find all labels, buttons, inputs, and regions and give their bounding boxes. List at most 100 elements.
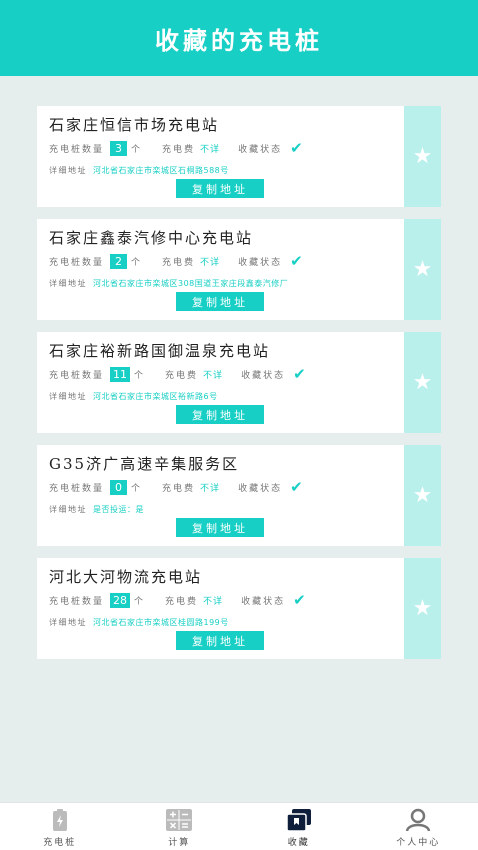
station-name: G35济广高速辛集服务区 [49, 455, 240, 473]
address-label: 详细地址 [49, 165, 87, 175]
copy-address-button[interactable]: 复制地址 [176, 405, 264, 424]
address-label: 详细地址 [49, 391, 87, 401]
favorite-toggle[interactable]: ★ [404, 332, 441, 433]
star-icon: ★ [412, 256, 433, 282]
battery-icon [52, 807, 67, 832]
favorite-toggle[interactable]: ★ [404, 558, 441, 659]
address-row: 详细地址 河北省石家庄市栾城区桂圆路199号 [49, 613, 394, 631]
favorite-toggle[interactable]: ★ [404, 219, 441, 320]
status-label: 收藏状态 [241, 596, 286, 607]
calculator-icon [166, 807, 193, 832]
page-title: 收藏的充电桩 [155, 25, 323, 55]
favorites-list: 石家庄恒信市场充电站 充电桩数量 3 个 充电费 不详 收藏状态 ✔ 详细地址 … [37, 106, 441, 671]
count-unit: 个 [131, 483, 143, 494]
tab-profile[interactable]: 个人中心 [359, 803, 478, 850]
copy-address-button[interactable]: 复制地址 [176, 179, 264, 198]
station-info-row: 充电桩数量 3 个 充电费 不详 收藏状态 ✔ [49, 139, 394, 157]
count-unit: 个 [131, 144, 143, 155]
count-label: 充电桩数量 [49, 257, 105, 268]
station-card-body: 石家庄恒信市场充电站 充电桩数量 3 个 充电费 不详 收藏状态 ✔ 详细地址 … [37, 106, 404, 207]
star-icon: ★ [412, 482, 433, 508]
star-icon: ★ [412, 595, 433, 621]
station-card[interactable]: G35济广高速辛集服务区 充电桩数量 0 个 充电费 不详 收藏状态 ✔ 详细地… [37, 445, 441, 546]
fee-label: 充电费 [165, 596, 199, 607]
station-name: 石家庄裕新路国御温泉充电站 [49, 342, 271, 360]
status-label: 收藏状态 [241, 370, 286, 381]
count-badge: 28 [110, 592, 131, 608]
address-row: 详细地址 是否投运：是 [49, 500, 394, 518]
fee-value: 不详 [200, 483, 221, 494]
star-icon: ★ [412, 143, 433, 169]
station-info-row: 充电桩数量 0 个 充电费 不详 收藏状态 ✔ [49, 478, 394, 496]
address-value: 河北省石家庄市栾城区裕新路6号 [93, 391, 218, 401]
fee-label: 充电费 [165, 370, 199, 381]
favorite-toggle[interactable]: ★ [404, 106, 441, 207]
tab-label: 充电桩 [43, 838, 77, 848]
copy-address-button[interactable]: 复制地址 [176, 631, 264, 650]
fee-value: 不详 [200, 144, 221, 155]
count-badge: 0 [110, 479, 128, 495]
fee-value: 不详 [200, 257, 221, 268]
check-icon: ✔ [290, 139, 303, 157]
copy-address-button[interactable]: 复制地址 [176, 518, 264, 537]
count-badge: 3 [110, 140, 128, 156]
address-row: 详细地址 河北省石家庄市栾城区308国道王家庄段鑫泰汽修厂 [49, 274, 394, 292]
count-unit: 个 [134, 596, 146, 607]
favorites-icon [286, 807, 311, 832]
station-card-body: 石家庄鑫泰汽修中心充电站 充电桩数量 2 个 充电费 不详 收藏状态 ✔ 详细地… [37, 219, 404, 320]
station-name: 河北大河物流充电站 [49, 568, 203, 586]
count-unit: 个 [131, 257, 143, 268]
status-label: 收藏状态 [238, 257, 283, 268]
count-label: 充电桩数量 [49, 144, 105, 155]
fee-label: 充电费 [162, 483, 196, 494]
fee-label: 充电费 [162, 144, 196, 155]
check-icon: ✔ [293, 591, 306, 609]
station-info-row: 充电桩数量 11 个 充电费 不详 收藏状态 ✔ [49, 365, 394, 383]
count-badge: 2 [110, 253, 128, 269]
check-icon: ✔ [290, 252, 303, 270]
station-name: 石家庄恒信市场充电站 [49, 116, 220, 134]
count-label: 充电桩数量 [49, 596, 105, 607]
station-info-row: 充电桩数量 2 个 充电费 不详 收藏状态 ✔ [49, 252, 394, 270]
star-icon: ★ [412, 369, 433, 395]
bottom-tab-bar: 充电桩 计算 收藏 个人中心 [0, 802, 478, 850]
station-card-body: 河北大河物流充电站 充电桩数量 28 个 充电费 不详 收藏状态 ✔ 详细地址 … [37, 558, 404, 659]
station-card[interactable]: 河北大河物流充电站 充电桩数量 28 个 充电费 不详 收藏状态 ✔ 详细地址 … [37, 558, 441, 659]
tab-label: 收藏 [287, 838, 310, 848]
address-value: 河北省石家庄市栾城区308国道王家庄段鑫泰汽修厂 [93, 278, 289, 288]
tab-label: 个人中心 [396, 838, 441, 848]
tab-calculate[interactable]: 计算 [120, 803, 240, 850]
address-label: 详细地址 [49, 278, 87, 288]
station-info-row: 充电桩数量 28 个 充电费 不详 收藏状态 ✔ [49, 591, 394, 609]
address-row: 详细地址 河北省石家庄市栾城区裕新路6号 [49, 387, 394, 405]
fee-label: 充电费 [162, 257, 196, 268]
tab-favorites[interactable]: 收藏 [239, 803, 359, 850]
address-row: 详细地址 河北省石家庄市栾城区石桐路588号 [49, 161, 394, 179]
count-badge: 11 [110, 366, 131, 382]
station-card[interactable]: 石家庄裕新路国御温泉充电站 充电桩数量 11 个 充电费 不详 收藏状态 ✔ 详… [37, 332, 441, 433]
address-value: 河北省石家庄市栾城区桂圆路199号 [93, 617, 229, 627]
station-name: 石家庄鑫泰汽修中心充电站 [49, 229, 254, 247]
station-card[interactable]: 石家庄鑫泰汽修中心充电站 充电桩数量 2 个 充电费 不详 收藏状态 ✔ 详细地… [37, 219, 441, 320]
favorite-toggle[interactable]: ★ [404, 445, 441, 546]
check-icon: ✔ [290, 478, 303, 496]
count-label: 充电桩数量 [49, 483, 105, 494]
station-card[interactable]: 石家庄恒信市场充电站 充电桩数量 3 个 充电费 不详 收藏状态 ✔ 详细地址 … [37, 106, 441, 207]
address-label: 详细地址 [49, 504, 87, 514]
count-label: 充电桩数量 [49, 370, 105, 381]
station-card-body: 石家庄裕新路国御温泉充电站 充电桩数量 11 个 充电费 不详 收藏状态 ✔ 详… [37, 332, 404, 433]
station-card-body: G35济广高速辛集服务区 充电桩数量 0 个 充电费 不详 收藏状态 ✔ 详细地… [37, 445, 404, 546]
status-label: 收藏状态 [238, 483, 283, 494]
count-unit: 个 [134, 370, 146, 381]
status-label: 收藏状态 [238, 144, 283, 155]
fee-value: 不详 [203, 370, 224, 381]
tab-charging-stations[interactable]: 充电桩 [0, 803, 120, 850]
app-header: 收藏的充电桩 [0, 0, 478, 76]
tab-label: 计算 [168, 838, 191, 848]
address-value: 是否投运：是 [93, 504, 144, 514]
profile-icon [405, 807, 431, 832]
check-icon: ✔ [293, 365, 306, 383]
address-label: 详细地址 [49, 617, 87, 627]
copy-address-button[interactable]: 复制地址 [176, 292, 264, 311]
address-value: 河北省石家庄市栾城区石桐路588号 [93, 165, 229, 175]
